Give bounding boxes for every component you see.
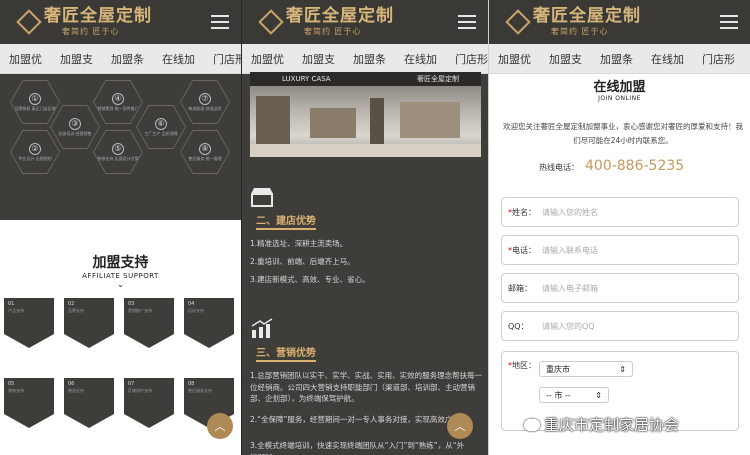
hex-step: ⑤ 装修支持 店面设计方案 (93, 130, 143, 174)
hex-step: ⑦ 物流配送 快速送货 (180, 80, 230, 124)
name-field[interactable]: *姓名： 请输入您的姓名 (501, 197, 739, 227)
nav-item[interactable]: 全 (744, 51, 750, 67)
scroll-top-button[interactable]: ︿ (207, 413, 233, 439)
chart-growth-icon (251, 318, 273, 338)
hex-step: ⑥ 工厂生产 品质保障 (136, 105, 186, 149)
hex-step: ⑧ 售后服务 统一管理 (180, 130, 230, 174)
nav-item[interactable]: 加盟支 (540, 51, 591, 67)
nav-item[interactable]: 门店形 (693, 51, 744, 67)
city-value: -- 市 -- (546, 390, 571, 400)
chevron-down-icon: ⌄ (117, 280, 124, 289)
hex-step: ② 专业设计 出图规划 (10, 130, 60, 174)
brand-slogan: 奢简约 匠于心 (551, 27, 609, 36)
nav-item[interactable]: 门店形 (446, 51, 488, 67)
chevron-up-icon: ︿ (214, 420, 226, 433)
logo[interactable]: 奢匠全屋定制 奢简约 匠于心 (254, 8, 394, 36)
hex-step: ④ 营销策划 统一宣传推广 (93, 80, 143, 124)
watermark-text: 重庆市定制家居协会 (544, 416, 680, 434)
nav-item[interactable]: 加盟条 (102, 51, 153, 67)
wechat-icon (524, 418, 540, 431)
join-title: 在线加盟 (593, 80, 646, 95)
panel-join-online: 奢匠全屋定制 奢简约 匠于心 加盟优 加盟支 加盟条 在线加 门店形 全 在线加… (488, 0, 750, 455)
hamburger-menu-icon[interactable] (458, 15, 476, 29)
nav-item[interactable]: 加盟优 (242, 51, 293, 67)
brand-slogan: 奢简约 匠于心 (62, 27, 120, 36)
marketing-point: 1.总部营销团队以实干、实学、实战、实用、实效的服务理念帮扶每一位经销商。公司四… (250, 371, 483, 404)
chevron-up-icon: ︿ (454, 420, 466, 433)
qq-input[interactable]: 请输入您的QQ (542, 321, 595, 332)
banner-right-text: 奢匠全屋定制 (417, 75, 459, 83)
region-label: 地区： (512, 361, 536, 370)
nav-item[interactable]: 加盟支 (293, 51, 344, 67)
header: 奢匠全屋定制 奢简约 匠于心 (242, 0, 488, 44)
store-point: 3.建店新模式、高效、专业、省心。 (250, 275, 370, 284)
panel-affiliate-support: 奢匠全屋定制 奢简约 匠于心 加盟优 加盟支 加盟条 在线加 门店形 全 ①品牌… (0, 0, 241, 455)
watermark: 重庆市定制家居协会 (524, 414, 679, 435)
nav-item[interactable]: 加盟条 (591, 51, 642, 67)
phone-label: 电话： (512, 245, 536, 255)
section-title-store: 二、建店优势 (256, 212, 316, 230)
phone-input[interactable]: 请输入联系电话 (542, 245, 598, 256)
nav-item[interactable]: 在线加 (395, 51, 446, 67)
marketing-point: 3.全模式终端培训，快速实现终端团队从“入门”到“熟练”，从“外行”到“... (250, 441, 465, 455)
province-value: 重庆市 (546, 364, 570, 374)
join-heading: 在线加盟 JOIN ONLINE (489, 76, 750, 102)
support-subtitle: AFFILIATE SUPPORT (82, 272, 159, 280)
nav-item[interactable]: 加盟支 (51, 51, 102, 67)
store-point: 1.精准选址、深耕主流卖场。 (250, 239, 348, 248)
section-title-marketing: 三、营销优势 (256, 344, 316, 362)
nav-bar: 加盟优 加盟支 加盟条 在线加 门店形 全 (242, 44, 488, 74)
join-intro: 欢迎您关注奢匠全屋定制加盟事业，衷心感谢您对奢匠的厚爱和支持！我们尽可能在24小… (503, 122, 743, 146)
hex-step: ③ 总部培训 经营销售 (50, 105, 100, 149)
nav-item[interactable]: 在线加 (642, 51, 693, 67)
hotline-label: 热线电话： (539, 163, 579, 172)
email-input[interactable]: 请输入电子邮箱 (542, 283, 598, 294)
brand-name: 奢匠全屋定制 (44, 6, 152, 26)
nav-item[interactable]: 门店形 (204, 51, 241, 67)
brand-slogan: 奢简约 匠于心 (304, 27, 362, 36)
scroll-top-button[interactable]: ︿ (447, 413, 473, 439)
email-label: 邮箱： (508, 283, 532, 293)
select-arrows-icon: ⇕ (619, 364, 626, 374)
nav-bar: 加盟优 加盟支 加盟条 在线加 门店形 全 (489, 44, 750, 74)
header: 奢匠全屋定制 奢简约 匠于心 (489, 0, 750, 44)
phone-field[interactable]: *电话： 请输入联系电话 (501, 235, 739, 265)
email-field[interactable]: 邮箱： 请输入电子邮箱 (501, 273, 739, 303)
province-select[interactable]: 重庆市 ⇕ (539, 361, 633, 377)
header: 奢匠全屋定制 奢简约 匠于心 (0, 0, 241, 44)
store-icon (251, 188, 273, 207)
logo-icon (507, 11, 527, 33)
logo[interactable]: 奢匠全屋定制 奢简约 匠于心 (12, 8, 152, 36)
advantage-hexagons: ① 品牌授权 真正门店区域 ② 专业设计 出图规划 ③ 总部培训 经营销售 ④ 营销策划… (0, 74, 241, 220)
store-point: 2.重培训、前端、后端齐上马。 (250, 257, 355, 266)
brand-name: 奢匠全屋定制 (286, 6, 394, 26)
join-subtitle: JOIN ONLINE (598, 95, 641, 102)
nav-item[interactable]: 在线加 (153, 51, 204, 67)
store-banner-image: LUXURY CASA 奢匠全屋定制 (250, 72, 481, 157)
brand-name: 奢匠全屋定制 (533, 6, 641, 26)
name-input[interactable]: 请输入您的姓名 (542, 207, 598, 218)
logo-icon (260, 11, 280, 33)
banner-left-text: LUXURY CASA (282, 75, 331, 83)
nav-item[interactable]: 加盟优 (489, 51, 540, 67)
hamburger-menu-icon[interactable] (720, 15, 738, 29)
select-arrows-icon: ⇕ (595, 390, 602, 400)
city-select[interactable]: -- 市 -- ⇕ (539, 387, 609, 403)
panel-store-advantage: 奢匠全屋定制 奢简约 匠于心 加盟优 加盟支 加盟条 在线加 门店形 全 LUX… (241, 0, 488, 455)
logo[interactable]: 奢匠全屋定制 奢简约 匠于心 (501, 8, 641, 36)
nav-bar: 加盟优 加盟支 加盟条 在线加 门店形 全 (0, 44, 241, 74)
nav-item[interactable]: 加盟优 (0, 51, 51, 67)
support-heading: 加盟支持 AFFILIATE SUPPORT ⌄ (0, 252, 241, 289)
hotline: 热线电话： 400-886-5235 (539, 158, 684, 174)
hamburger-menu-icon[interactable] (211, 15, 229, 29)
qq-label: QQ： (508, 321, 529, 331)
hotline-number[interactable]: 400-886-5235 (585, 158, 684, 174)
support-title: 加盟支持 (92, 255, 149, 271)
hex-step: ① 品牌授权 真正门店区域 (10, 80, 60, 124)
logo-icon (18, 11, 38, 33)
name-label: 姓名： (512, 207, 536, 217)
qq-field[interactable]: QQ： 请输入您的QQ (501, 311, 739, 341)
nav-item[interactable]: 加盟条 (344, 51, 395, 67)
